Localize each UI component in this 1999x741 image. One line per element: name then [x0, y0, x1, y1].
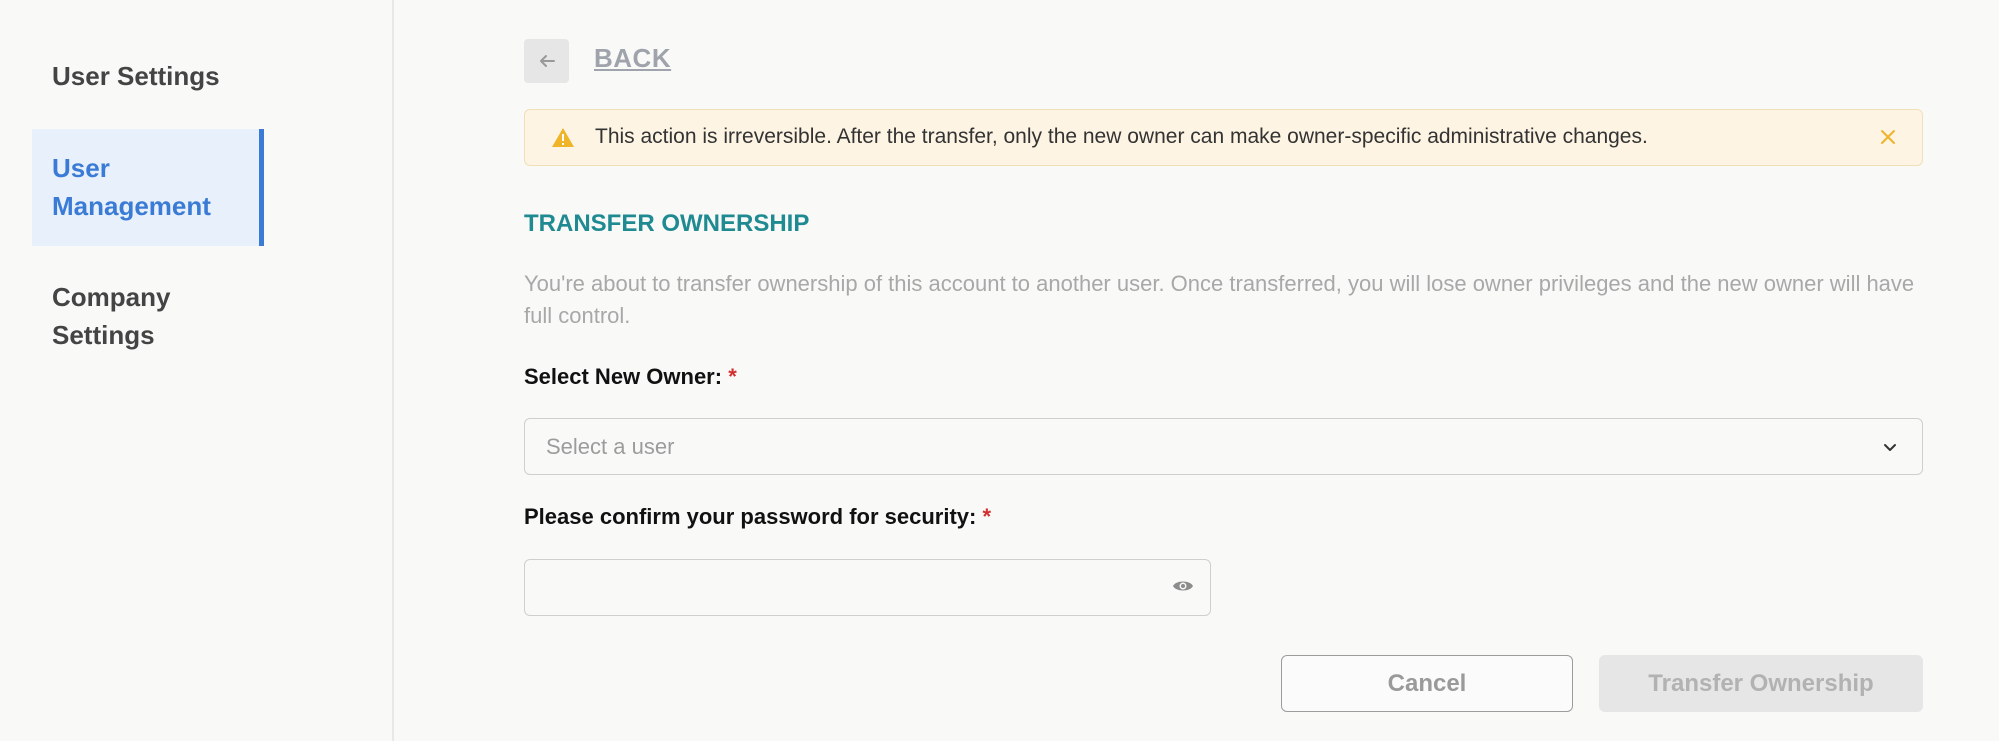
password-label-text: Please confirm your password for securit… — [524, 504, 977, 529]
required-marker: * — [982, 504, 992, 529]
back-button[interactable] — [524, 39, 569, 83]
close-icon[interactable] — [1879, 128, 1897, 146]
alert-message: This action is irreversible. After the t… — [595, 125, 1648, 148]
owner-field-label: Select New Owner: * — [524, 364, 737, 390]
owner-select-placeholder: Select a user — [546, 434, 675, 459]
sidebar-item-label: User Management — [52, 153, 211, 221]
sidebar-item-label: User Settings — [52, 61, 220, 91]
arrow-left-icon — [539, 55, 555, 67]
eye-icon[interactable] — [1172, 578, 1194, 594]
password-input[interactable] — [539, 570, 1139, 606]
back-link[interactable]: BACK — [594, 43, 671, 74]
cancel-button[interactable]: Cancel — [1281, 655, 1573, 712]
sidebar-item-user-settings[interactable]: User Settings — [32, 57, 264, 95]
page-title: TRANSFER OWNERSHIP — [524, 210, 810, 237]
chevron-down-icon — [1884, 444, 1896, 451]
sidebar-item-user-management[interactable]: User Management — [32, 129, 264, 246]
password-field — [524, 559, 1211, 616]
required-marker: * — [728, 364, 737, 389]
page-description: You're about to transfer ownership of th… — [524, 271, 1915, 328]
sidebar: User Settings User Management Company Se… — [0, 0, 394, 741]
owner-select[interactable]: Select a user — [524, 418, 1923, 475]
sidebar-item-company-settings[interactable]: Company Settings — [32, 278, 264, 354]
warning-alert: This action is irreversible. After the t… — [524, 109, 1923, 166]
password-field-label: Please confirm your password for securit… — [524, 504, 991, 530]
app-root: User Settings User Management Company Se… — [0, 0, 1999, 741]
owner-label-text: Select New Owner: — [524, 364, 723, 389]
transfer-ownership-button[interactable]: Transfer Ownership — [1599, 655, 1923, 712]
warning-icon — [552, 128, 574, 147]
sidebar-item-label: Company Settings — [52, 282, 171, 350]
